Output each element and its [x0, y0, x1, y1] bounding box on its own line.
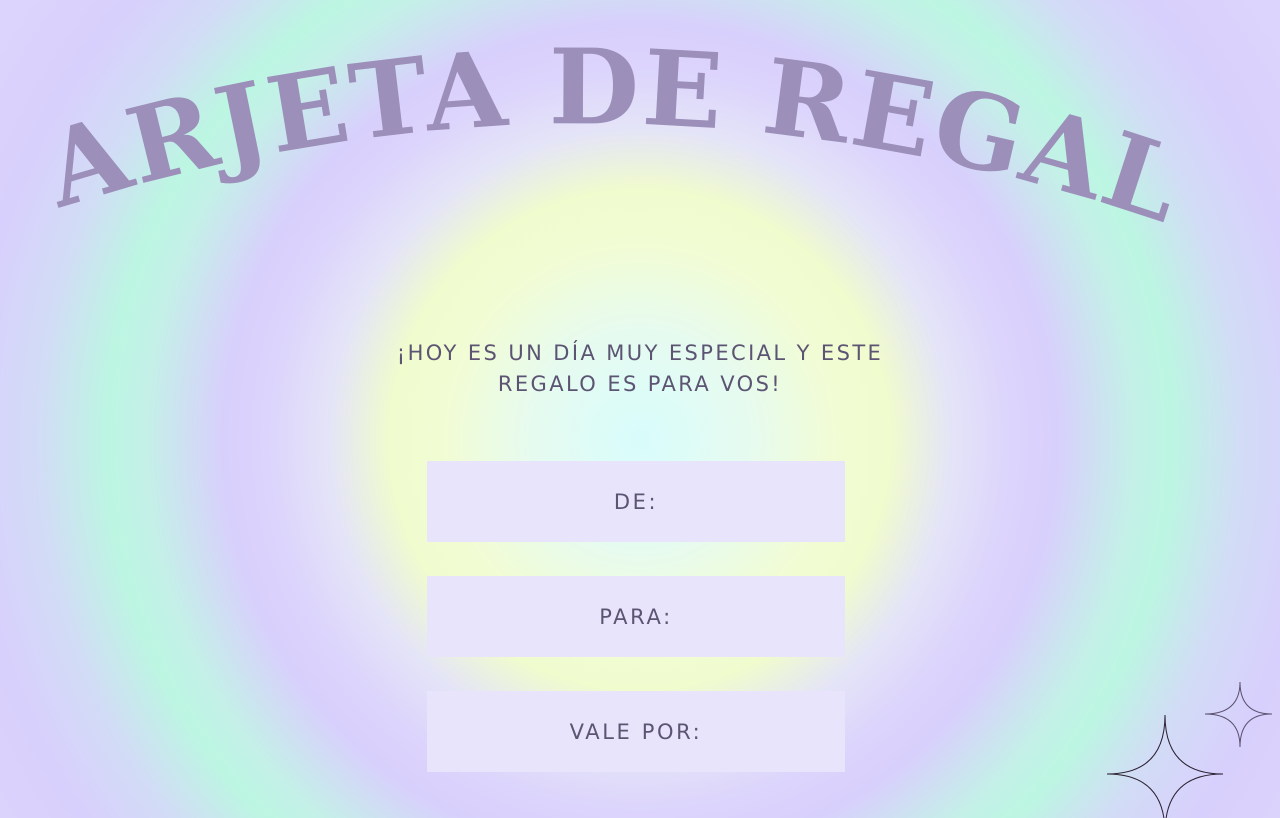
card-title: TARJETA DE REGALO — [0, 0, 1198, 247]
to-field[interactable]: PARA: — [427, 576, 845, 657]
from-field[interactable]: DE: — [427, 461, 845, 542]
to-label: PARA: — [599, 604, 673, 629]
card-title-arc: TARJETA DE REGALO — [0, 0, 1198, 247]
subtitle-line-2: REGALO ES PARA VOS! — [497, 372, 783, 396]
sparkles-decoration — [1106, 681, 1273, 818]
small-sparkle-icon — [1204, 681, 1273, 748]
card-subtitle: ¡HOY ES UN DÍA MUY ESPECIAL Y ESTE REGAL… — [290, 338, 990, 400]
value-label: VALE POR: — [569, 719, 703, 744]
gift-card: TARJETA DE REGALO ¡HOY ES UN DÍA MUY ESP… — [0, 0, 1280, 818]
large-sparkle-icon — [1106, 714, 1224, 818]
subtitle-line-1: ¡HOY ES UN DÍA MUY ESPECIAL Y ESTE — [396, 341, 884, 365]
value-field[interactable]: VALE POR: — [427, 691, 845, 772]
from-label: DE: — [613, 489, 659, 514]
